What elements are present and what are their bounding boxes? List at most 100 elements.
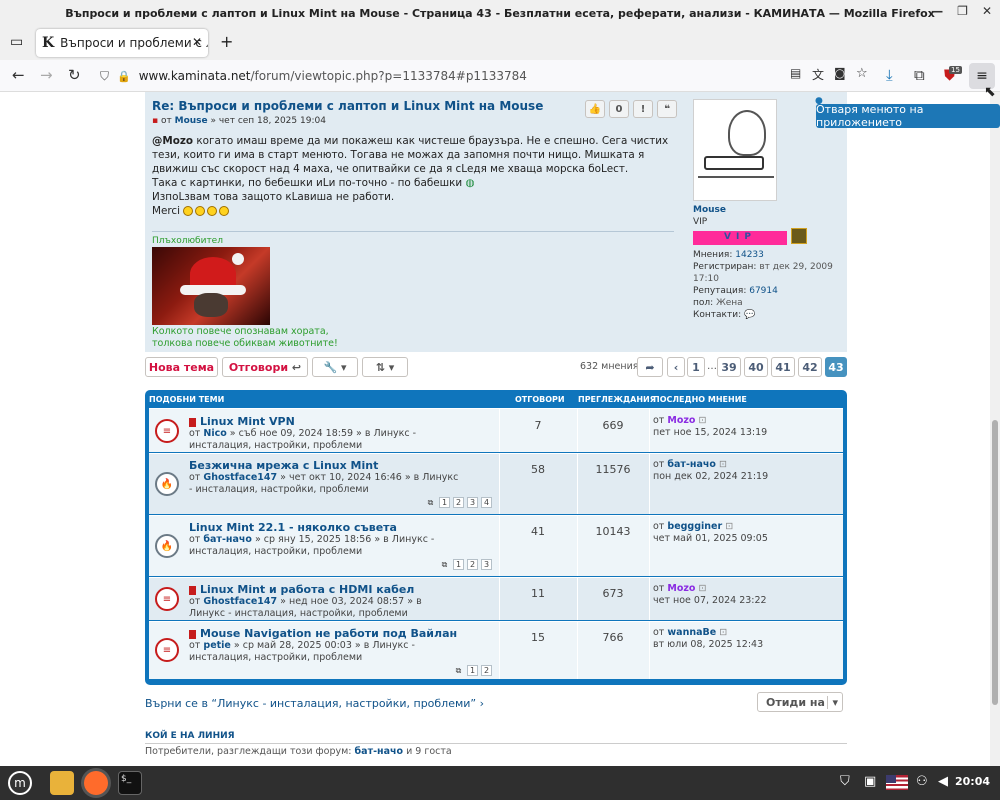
security-shield-icon[interactable]: ⛉ [840,774,850,789]
reader-view-icon[interactable]: ▤ [790,66,801,80]
topic-last-post: от бат-начо ⊡ пон дек 02, 2024 21:19 [653,459,768,483]
last-date: пон дек 02, 2024 21:19 [653,471,769,482]
tools-dropdown[interactable]: 🔧 ▾ [312,357,358,377]
topic-page-link[interactable]: 4 [481,497,492,508]
sort-dropdown[interactable]: ⇅ ▾ [362,357,408,377]
clipboard-icon[interactable]: ▣ [864,774,876,789]
terminal-icon[interactable]: $_ [118,771,142,795]
topic-row: ≡ Linux Mint и работа с HDMI кабел от Gh… [149,577,843,620]
url-path: /forum/viewtopic.php?p=1133784#p1133784 [250,69,527,83]
tab-active[interactable]: K Въпроси и проблеми с лаптоп ✕ [36,29,208,57]
translate-icon[interactable]: 文 [812,66,824,83]
reply-button[interactable]: Отговори ↩ [222,357,308,377]
firefox-icon[interactable] [84,771,108,795]
new-topic-button[interactable]: Нова тема [145,357,218,377]
online-divider [145,743,847,744]
keyboard-layout-flag-icon[interactable] [886,775,908,790]
topic-page-link[interactable]: 1 [453,559,464,570]
profile-name[interactable]: Mouse [693,204,843,216]
topic-title[interactable]: Linux Mint и работа с HDMI кабел [189,583,414,596]
shield-icon[interactable]: ⛉ [100,69,109,84]
topic-title-text: Linux Mint 22.1 - няколко съвета [189,521,397,534]
extensions-icon[interactable]: ⧉ [914,66,925,84]
smiley-icon [195,206,206,216]
jump-back-label: Върни се в “Линукс - инсталация, настрой… [145,697,477,710]
minimize-icon[interactable]: — [931,4,943,18]
new-tab-button[interactable]: + [220,32,233,51]
last-user-link[interactable]: Mozo [667,583,695,594]
view-latest-icon[interactable]: ⊡ [698,583,706,594]
topic-page-link[interactable]: 1 [467,665,478,676]
mention-link[interactable]: @Mozo [152,135,193,147]
page-39[interactable]: 39 [717,357,741,377]
topic-last-post: от wannaBe ⊡ вт юли 08, 2025 12:43 [653,627,763,651]
topic-title[interactable]: Mouse Navigation не работи под Вайлан [189,627,457,640]
topic-page-link[interactable]: 2 [453,497,464,508]
reload-icon[interactable]: ↻ [68,66,81,84]
topic-page-link[interactable]: 2 [481,665,492,676]
page-ellipsis: … [707,361,717,372]
share-button[interactable]: ➦ [637,357,663,377]
page-41[interactable]: 41 [771,357,795,377]
url-bar[interactable]: ⛉ 🔒 www.kaminata.net/forum/viewtopic.php… [94,63,784,89]
topic-author-link[interactable]: бат-начо [203,534,252,545]
goto-dropdown[interactable]: Отиди на ▾ [757,692,843,712]
post-text-1: когато имаш време да ми покажеш как чист… [152,135,669,175]
last-user-link[interactable]: beggginer [667,521,722,532]
view-latest-icon[interactable]: ⊡ [698,415,706,426]
jump-back-link[interactable]: Върни се в “Линукс - инсталация, настрой… [145,697,484,710]
chat-icon[interactable]: 💬 [744,310,755,320]
rss-icon[interactable]: ◙ [834,66,846,80]
topic-author-link[interactable]: Ghostface147 [203,596,277,607]
window-titlebar: Въпроси и проблеми с лаптоп и Linux Mint… [0,0,1000,26]
topic-author-link[interactable]: Nico [203,428,226,439]
topic-author-link[interactable]: petie [203,640,230,651]
page-1[interactable]: 1 [687,357,705,377]
page-40[interactable]: 40 [744,357,768,377]
maximize-icon[interactable]: ❐ [957,4,968,18]
view-latest-icon[interactable]: ⊡ [725,521,733,532]
topic-title[interactable]: Linux Mint 22.1 - няколко съвета [189,521,397,534]
last-user-link[interactable]: wannaBe [667,627,716,638]
back-icon[interactable]: ← [12,66,25,84]
topic-page-link[interactable]: 1 [439,497,450,508]
page-42[interactable]: 42 [798,357,822,377]
page-43-current[interactable]: 43 [825,357,847,377]
last-user-link[interactable]: Mozo [667,415,695,426]
prev-page-button[interactable]: ‹ [667,357,685,377]
topic-author-link[interactable]: Ghostface147 [203,472,277,483]
scrollbar-thumb[interactable] [992,420,998,705]
reply-icon: ↩ [291,360,302,374]
quote-button[interactable]: ❝ [657,100,677,118]
topic-title[interactable]: Безжична мрежа с Linux Mint [189,459,378,472]
view-latest-icon[interactable]: ⊡ [719,627,727,638]
view-latest-icon[interactable]: ⊡ [719,459,727,470]
online-user-link[interactable]: бат-начо [355,746,404,757]
report-button[interactable]: ! [633,100,653,118]
posts-count-link[interactable]: 14233 [735,250,764,260]
post-title[interactable]: Re: Въпроси и проблеми с лаптоп и Linux … [152,99,543,113]
lock-icon[interactable]: 🔒 [117,70,131,83]
clock[interactable]: 20:04 [955,775,990,788]
network-icon[interactable]: ⚇ [916,774,928,789]
post-author-link[interactable]: Mouse [175,116,208,126]
forward-icon[interactable]: → [40,66,53,84]
post-date: » чет сеп 18, 2025 19:04 [210,116,326,126]
last-user-link[interactable]: бат-начо [667,459,716,470]
topic-row: 🔥 Безжична мрежа с Linux Mint от Ghostfa… [149,453,843,514]
volume-icon[interactable]: ◀ [938,774,948,789]
mint-menu-icon[interactable]: m [8,771,32,795]
topic-page-link[interactable]: 3 [481,559,492,570]
close-window-icon[interactable]: ✕ [982,4,992,18]
tab-list-icon[interactable]: ▭ [10,34,23,50]
topic-page-link[interactable]: 2 [467,559,478,570]
avatar[interactable] [693,99,777,201]
bookmark-star-icon[interactable]: ☆ [856,66,868,81]
reputation-link[interactable]: 67914 [749,286,778,296]
like-button[interactable]: 👍 [585,100,605,118]
topic-page-link[interactable]: 3 [467,497,478,508]
downloads-icon[interactable]: ⤓ [886,66,893,84]
tab-close-icon[interactable]: ✕ [192,35,202,49]
topic-title[interactable]: Linux Mint VPN [189,415,295,428]
files-icon[interactable] [50,771,74,795]
